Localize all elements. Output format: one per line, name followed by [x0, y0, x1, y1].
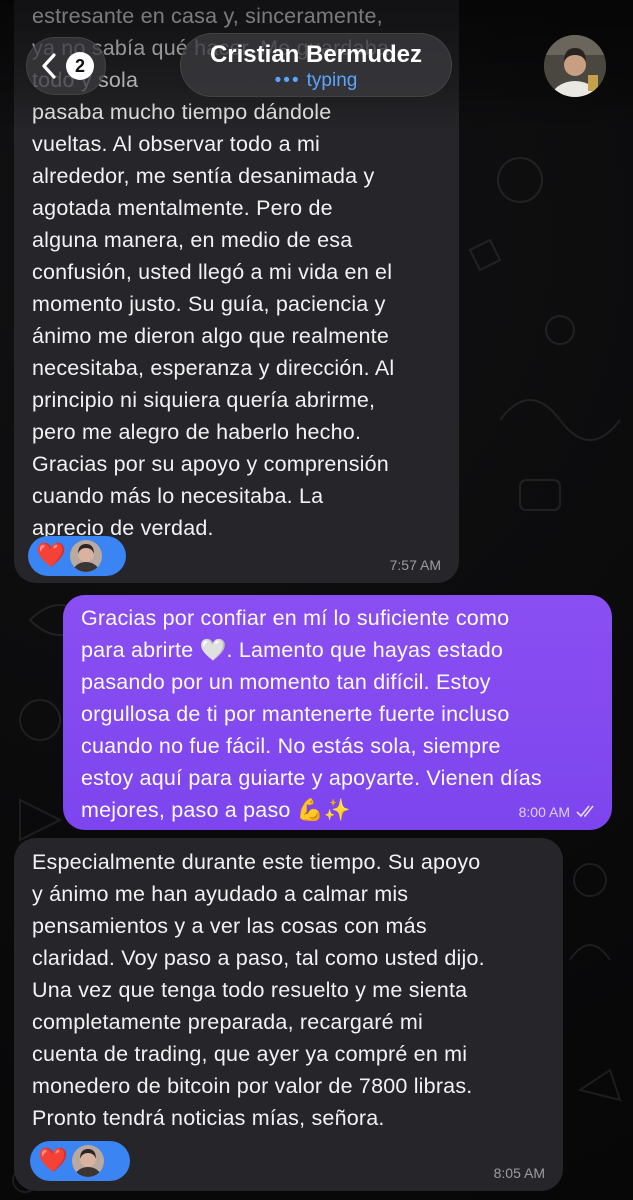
message-time: 7:57 AM: [389, 557, 441, 573]
typing-status: ••• typing: [180, 70, 452, 92]
reaction-pill[interactable]: ❤️: [28, 536, 126, 576]
contact-title[interactable]: Cristian Bermudez ••• typing: [180, 33, 452, 97]
heart-reaction-icon: ❤️: [36, 542, 66, 569]
message-text: Gracias por confiar en mí lo suficiente …: [81, 606, 542, 822]
message-text: Especialmente durante este tiempo. Su ap…: [32, 850, 485, 1130]
double-check-icon: [576, 805, 594, 818]
chevron-left-icon: [42, 53, 56, 79]
reaction-avatar: [72, 1145, 104, 1177]
back-button[interactable]: 2: [26, 37, 106, 95]
message-time: 8:00 AM: [518, 804, 570, 820]
reaction-avatar: [70, 540, 102, 572]
message-bubble-outgoing[interactable]: Gracias por confiar en mí lo suficiente …: [63, 595, 612, 830]
chat-screen: estresante en casa y, sinceramente, ya n…: [0, 0, 633, 1200]
unread-count-badge: 2: [66, 52, 94, 80]
contact-avatar[interactable]: [544, 35, 606, 97]
typing-status-text: typing: [306, 70, 358, 91]
reaction-pill[interactable]: ❤️: [30, 1141, 130, 1181]
message-time: 8:05 AM: [493, 1165, 545, 1181]
typing-dots-icon: •••: [274, 70, 301, 91]
chat-header: 2 Cristian Bermudez ••• typing: [0, 0, 633, 130]
heart-reaction-icon: ❤️: [38, 1147, 68, 1174]
contact-name: Cristian Bermudez: [209, 41, 423, 68]
message-bubble-incoming[interactable]: Especialmente durante este tiempo. Su ap…: [14, 838, 563, 1191]
